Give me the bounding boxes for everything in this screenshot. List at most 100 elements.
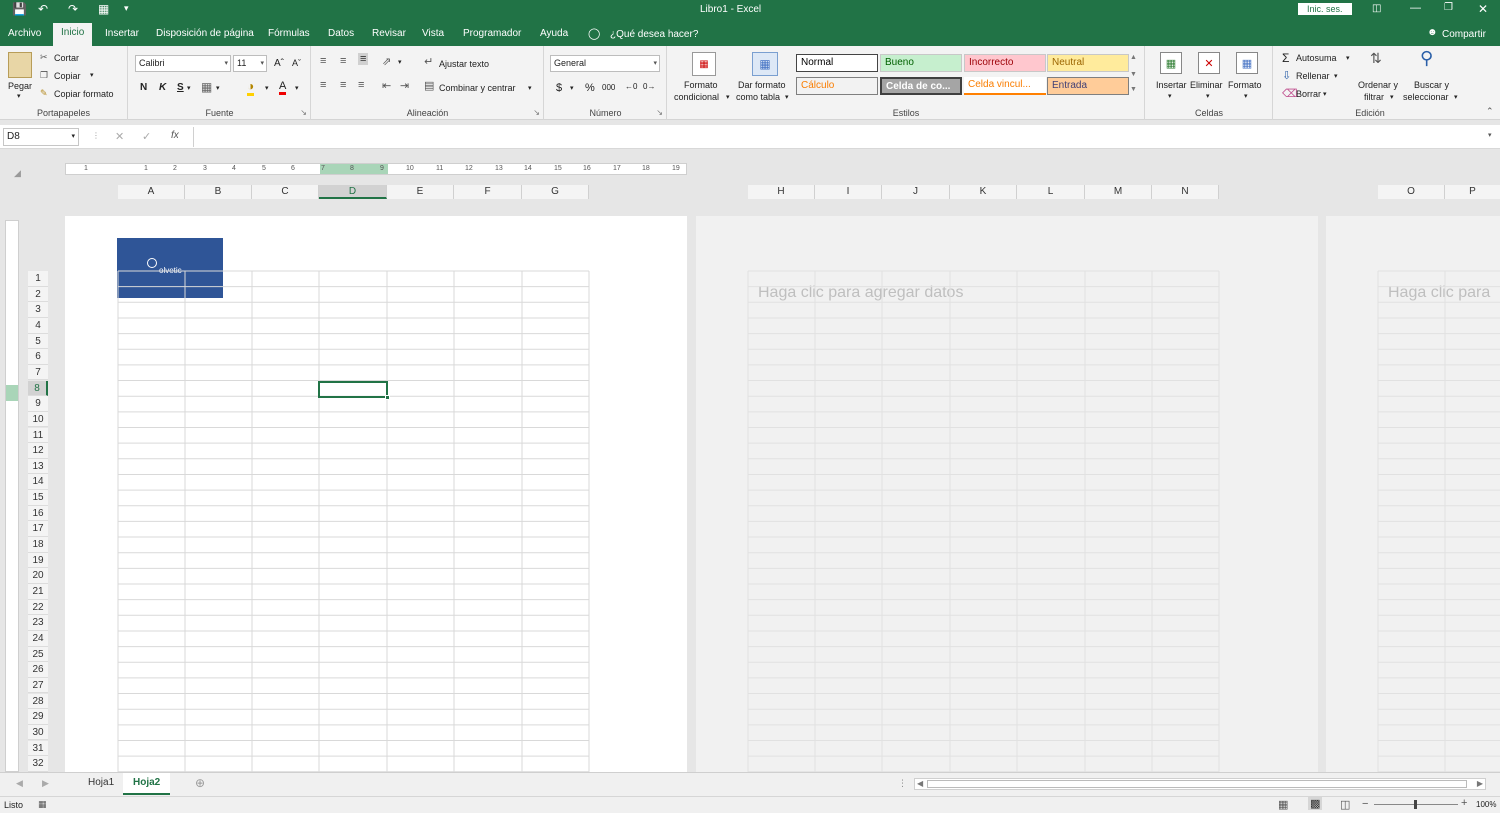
formula-input[interactable]: [193, 127, 1483, 147]
horizontal-scrollbar[interactable]: ◀ ▶: [914, 778, 1486, 790]
insert-cells-button[interactable]: Insertar: [1156, 80, 1187, 90]
page-layout-view-icon[interactable]: ▩: [1308, 797, 1323, 810]
minimize-icon[interactable]: —: [1410, 2, 1421, 14]
alignment-dialog-launcher-icon[interactable]: ↘: [533, 108, 540, 117]
font-name-select[interactable]: Calibri ▾: [135, 55, 231, 72]
row-header[interactable]: 11: [28, 427, 48, 444]
save-icon[interactable]: 💾: [12, 2, 27, 16]
paste-button[interactable]: Pegar: [8, 81, 32, 91]
delete-cells-button[interactable]: Eliminar: [1190, 80, 1223, 90]
format-painter-button[interactable]: Copiar formato: [54, 89, 114, 99]
zoom-in-icon[interactable]: +: [1461, 797, 1467, 809]
style-celda-comprobacion[interactable]: Celda de co...: [880, 77, 962, 95]
merge-dropdown-icon[interactable]: ▾: [528, 84, 532, 92]
row-header[interactable]: 23: [28, 615, 48, 631]
column-header-j[interactable]: J: [882, 185, 950, 199]
row-header[interactable]: 17: [28, 521, 48, 537]
tell-me-input[interactable]: ¿Qué desea hacer?: [610, 29, 698, 40]
column-header-d[interactable]: D: [319, 185, 387, 199]
tab-programador[interactable]: Programador: [455, 24, 529, 46]
row-header[interactable]: 32: [28, 756, 48, 772]
row-header[interactable]: 27: [28, 677, 48, 694]
row-header[interactable]: 21: [28, 584, 48, 600]
styles-scroll-up-icon[interactable]: ▲: [1130, 54, 1137, 61]
sheet-tab-hoja2[interactable]: Hoja2: [123, 773, 171, 795]
column-header-n[interactable]: N: [1152, 185, 1219, 199]
scroll-left-icon[interactable]: ◀: [917, 779, 923, 788]
page-break-view-icon[interactable]: ◫: [1340, 798, 1350, 811]
style-celda-vinculada[interactable]: Celda vincul...: [964, 77, 1046, 95]
column-header-c[interactable]: C: [252, 185, 319, 199]
format-painter-icon[interactable]: ✎: [40, 88, 48, 99]
fill-color-dropdown-icon[interactable]: ▾: [265, 84, 269, 92]
align-left-icon[interactable]: ≡: [320, 79, 326, 91]
row-header[interactable]: 2: [28, 286, 48, 303]
page-2-placeholder[interactable]: Haga clic para agregar datos: [758, 284, 963, 302]
style-neutral[interactable]: Neutral: [1047, 54, 1129, 72]
font-color-dropdown-icon[interactable]: ▾: [295, 84, 299, 92]
cancel-icon[interactable]: ✕: [115, 130, 124, 143]
autosum-dropdown-icon[interactable]: ▾: [1346, 54, 1350, 62]
tab-archivo[interactable]: Archivo: [0, 24, 49, 46]
page-2[interactable]: Haga clic para agregar datos: [696, 216, 1318, 772]
shrink-font-icon[interactable]: Aˇ: [292, 58, 301, 68]
clear-dropdown-icon[interactable]: ▾: [1323, 90, 1327, 98]
clear-button[interactable]: Borrar: [1296, 89, 1321, 99]
zoom-level[interactable]: 100%: [1476, 800, 1496, 809]
number-dialog-launcher-icon[interactable]: ↘: [656, 108, 663, 117]
insert-dropdown-icon[interactable]: ▾: [1168, 92, 1172, 100]
row-header[interactable]: 16: [28, 505, 48, 522]
tab-inicio[interactable]: Inicio: [53, 23, 93, 46]
selected-cell-d8[interactable]: [318, 381, 390, 400]
tab-disposicion[interactable]: Disposición de página: [148, 24, 262, 46]
row-header[interactable]: 5: [28, 333, 48, 350]
sort-dropdown-icon[interactable]: ▾: [1390, 93, 1394, 101]
insert-function-button[interactable]: fx: [171, 130, 179, 141]
delete-dropdown-icon[interactable]: ▾: [1206, 92, 1210, 100]
decrease-indent-icon[interactable]: ⇤: [382, 79, 391, 92]
row-header[interactable]: 9: [28, 396, 48, 412]
number-format-select[interactable]: General ▾: [550, 55, 660, 72]
merge-center-button[interactable]: Combinar y centrar: [439, 83, 516, 93]
find-select-icon[interactable]: ⚲: [1420, 48, 1433, 69]
ribbon-display-icon[interactable]: ◫: [1372, 3, 1381, 14]
thousands-icon[interactable]: 000: [602, 83, 615, 92]
increase-indent-icon[interactable]: ⇥: [400, 79, 409, 92]
fill-dropdown-icon[interactable]: ▾: [1334, 72, 1338, 80]
currency-icon[interactable]: $: [556, 82, 562, 94]
increase-decimal-icon[interactable]: ←0: [625, 82, 637, 91]
signin-button[interactable]: Inic. ses.: [1298, 3, 1352, 15]
style-calculo[interactable]: Cálculo: [796, 77, 878, 95]
delete-cells-icon[interactable]: ✕: [1198, 52, 1220, 74]
row-header[interactable]: 12: [28, 443, 48, 459]
normal-view-icon[interactable]: ▦: [1278, 798, 1288, 811]
cut-button[interactable]: Cortar: [54, 53, 79, 63]
format-as-table-button[interactable]: Dar formato: [738, 80, 786, 90]
column-header-l[interactable]: L: [1017, 185, 1085, 199]
underline-button[interactable]: S: [177, 82, 184, 93]
sort-filter-icon[interactable]: ⇅: [1370, 50, 1382, 67]
page-3-placeholder[interactable]: Haga clic para: [1388, 284, 1490, 302]
restore-icon[interactable]: ❐: [1444, 2, 1453, 13]
styles-more-icon[interactable]: ▼: [1130, 86, 1137, 93]
column-header-p[interactable]: P: [1445, 185, 1500, 199]
row-header[interactable]: 31: [28, 740, 48, 757]
customize-qat-icon[interactable]: ▾: [124, 3, 129, 14]
font-size-select[interactable]: 11 ▾: [233, 55, 267, 72]
sort-filter-button[interactable]: Ordenar y: [1358, 80, 1398, 90]
font-dialog-launcher-icon[interactable]: ↘: [300, 108, 307, 117]
macro-record-icon[interactable]: ▦: [38, 799, 47, 810]
styles-scroll-down-icon[interactable]: ▼: [1130, 71, 1137, 78]
zoom-slider-thumb[interactable]: [1414, 800, 1417, 809]
close-icon[interactable]: ✕: [1478, 2, 1488, 16]
collapse-ribbon-icon[interactable]: ⌃: [1486, 106, 1494, 117]
fill-color-icon[interactable]: ◑: [247, 79, 255, 96]
conditional-format-dropdown-icon[interactable]: ▾: [726, 93, 730, 101]
copy-icon[interactable]: ❐: [40, 70, 48, 81]
row-header[interactable]: 26: [28, 662, 48, 678]
copy-button[interactable]: Copiar: [54, 71, 81, 81]
align-right-icon[interactable]: ≡: [358, 79, 364, 91]
fill-handle[interactable]: [385, 395, 390, 400]
select-all-icon[interactable]: ◢: [14, 168, 21, 179]
page-3[interactable]: Haga clic para: [1326, 216, 1500, 772]
